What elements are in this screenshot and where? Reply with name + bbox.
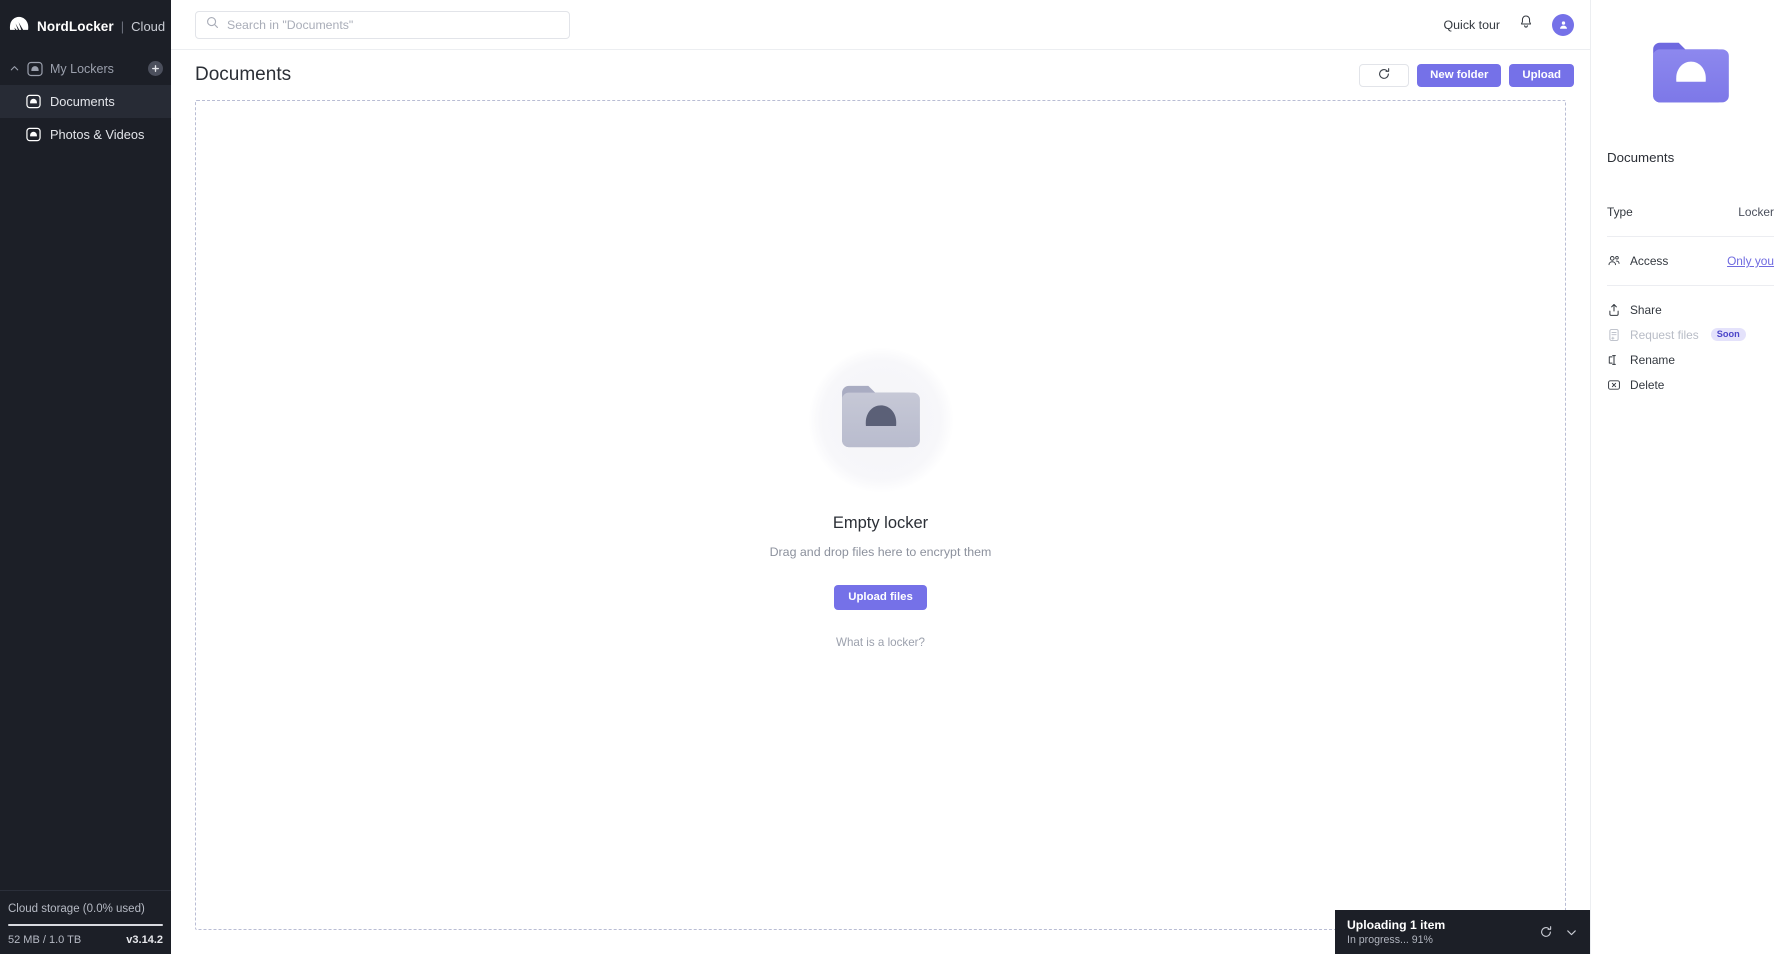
detail-row-type: Type Locker [1605,199,1776,225]
action-delete[interactable]: Delete [1605,372,1776,397]
details-panel: Documents Type Locker Access Only you Sh… [1590,0,1790,954]
storage-label: Cloud storage (0.0% used) [8,903,145,915]
file-dropzone[interactable]: Empty locker Drag and drop files here to… [195,100,1566,930]
action-label: Share [1630,302,1662,317]
avatar[interactable] [1552,13,1574,36]
sidebar-item-label: Documents [50,94,115,109]
chevron-up-icon[interactable] [8,63,20,75]
storage-footer: 52 MB / 1.0 TB v3.14.2 [8,934,163,946]
detail-key: Type [1607,205,1633,219]
action-label: Request files [1630,327,1699,342]
toast-title: Uploading 1 item [1347,918,1446,932]
upload-files-button[interactable]: Upload files [834,584,927,610]
detail-row-access[interactable]: Access Only you [1605,248,1776,274]
divider [1607,236,1774,237]
details-item-name: Documents [1607,150,1675,165]
sidebar-item-photos-videos[interactable]: Photos & Videos [0,118,171,151]
action-share[interactable]: Share [1605,297,1776,322]
brand-name: NordLocker [37,18,114,34]
action-request-files: Request files Soon [1605,322,1776,347]
sidebar-item-documents[interactable]: Documents [0,85,171,118]
locker-icon [27,61,43,77]
cloud-storage-meter: Cloud storage (0.0% used) 52 MB / 1.0 TB… [0,890,171,954]
action-label: Rename [1630,352,1675,367]
details-hero [1605,0,1776,150]
divider [1607,285,1774,286]
storage-used-text: 52 MB / 1.0 TB [8,934,82,946]
detail-value-link[interactable]: Only you [1727,254,1774,268]
toast-subtitle: In progress... 91% [1347,934,1433,946]
detail-key: Access [1630,254,1669,268]
brand-separator: | [120,18,125,34]
page-title: Documents [195,64,292,85]
refresh-icon [1377,67,1391,84]
plus-icon[interactable] [148,61,163,76]
folder-nordlocker-icon [838,381,924,458]
request-files-icon [1607,328,1621,342]
app-window: NordLocker | Cloud My Lockers Documents … [0,0,1790,954]
search-input[interactable] [227,17,559,32]
app-version: v3.14.2 [126,934,163,946]
bell-icon[interactable] [1518,14,1534,35]
nordlocker-mountain-icon [8,15,30,37]
chevron-down-icon[interactable] [1565,926,1578,939]
refresh-spinner-icon[interactable] [1539,925,1553,939]
top-bar-right: Quick tour [1444,13,1574,36]
main-area: Quick tour Documents [171,0,1590,954]
folder-purple-nordlocker-icon [1649,38,1733,113]
toast-actions [1539,925,1578,939]
brand-product: Cloud [131,18,166,34]
action-rename[interactable]: Rename [1605,347,1776,372]
share-upload-icon [1607,303,1621,317]
empty-state-illustration [808,347,953,492]
sidebar-group-label: My Lockers [50,61,114,76]
new-folder-button[interactable]: New folder [1417,63,1502,87]
people-icon [1607,254,1621,268]
empty-locker-state: Empty locker Drag and drop files here to… [769,347,992,649]
toast-text-group: Uploading 1 item In progress... 91% [1347,918,1445,946]
top-bar: Quick tour [171,0,1590,50]
upload-button[interactable]: Upload [1509,63,1574,87]
storage-progress-bar [8,924,163,926]
search-icon [206,16,219,34]
brand-header: NordLocker | Cloud [0,0,171,52]
content-area: Empty locker Drag and drop files here to… [171,100,1590,954]
page-actions: New folder Upload [1359,63,1574,87]
what-is-a-locker-link[interactable]: What is a locker? [836,636,925,649]
empty-title: Empty locker [832,513,929,532]
sidebar-item-label: Photos & Videos [50,127,145,142]
search-box[interactable] [195,10,570,39]
locker-icon [26,94,41,109]
action-label: Delete [1630,377,1665,392]
page-header: Documents New folder Upload [171,50,1590,100]
locker-icon [26,127,41,142]
status-badge: Soon [1710,327,1746,342]
detail-value: Locker [1738,205,1774,219]
rename-icon [1607,353,1621,367]
upload-toast: Uploading 1 item In progress... 91% [1335,910,1590,954]
refresh-button[interactable] [1359,63,1410,87]
sidebar-group-my-lockers[interactable]: My Lockers [0,52,171,85]
quick-tour-button[interactable]: Quick tour [1444,18,1500,32]
delete-x-icon [1607,378,1621,392]
empty-subtitle: Drag and drop files here to encrypt them [769,544,992,559]
sidebar: NordLocker | Cloud My Lockers Documents … [0,0,171,954]
